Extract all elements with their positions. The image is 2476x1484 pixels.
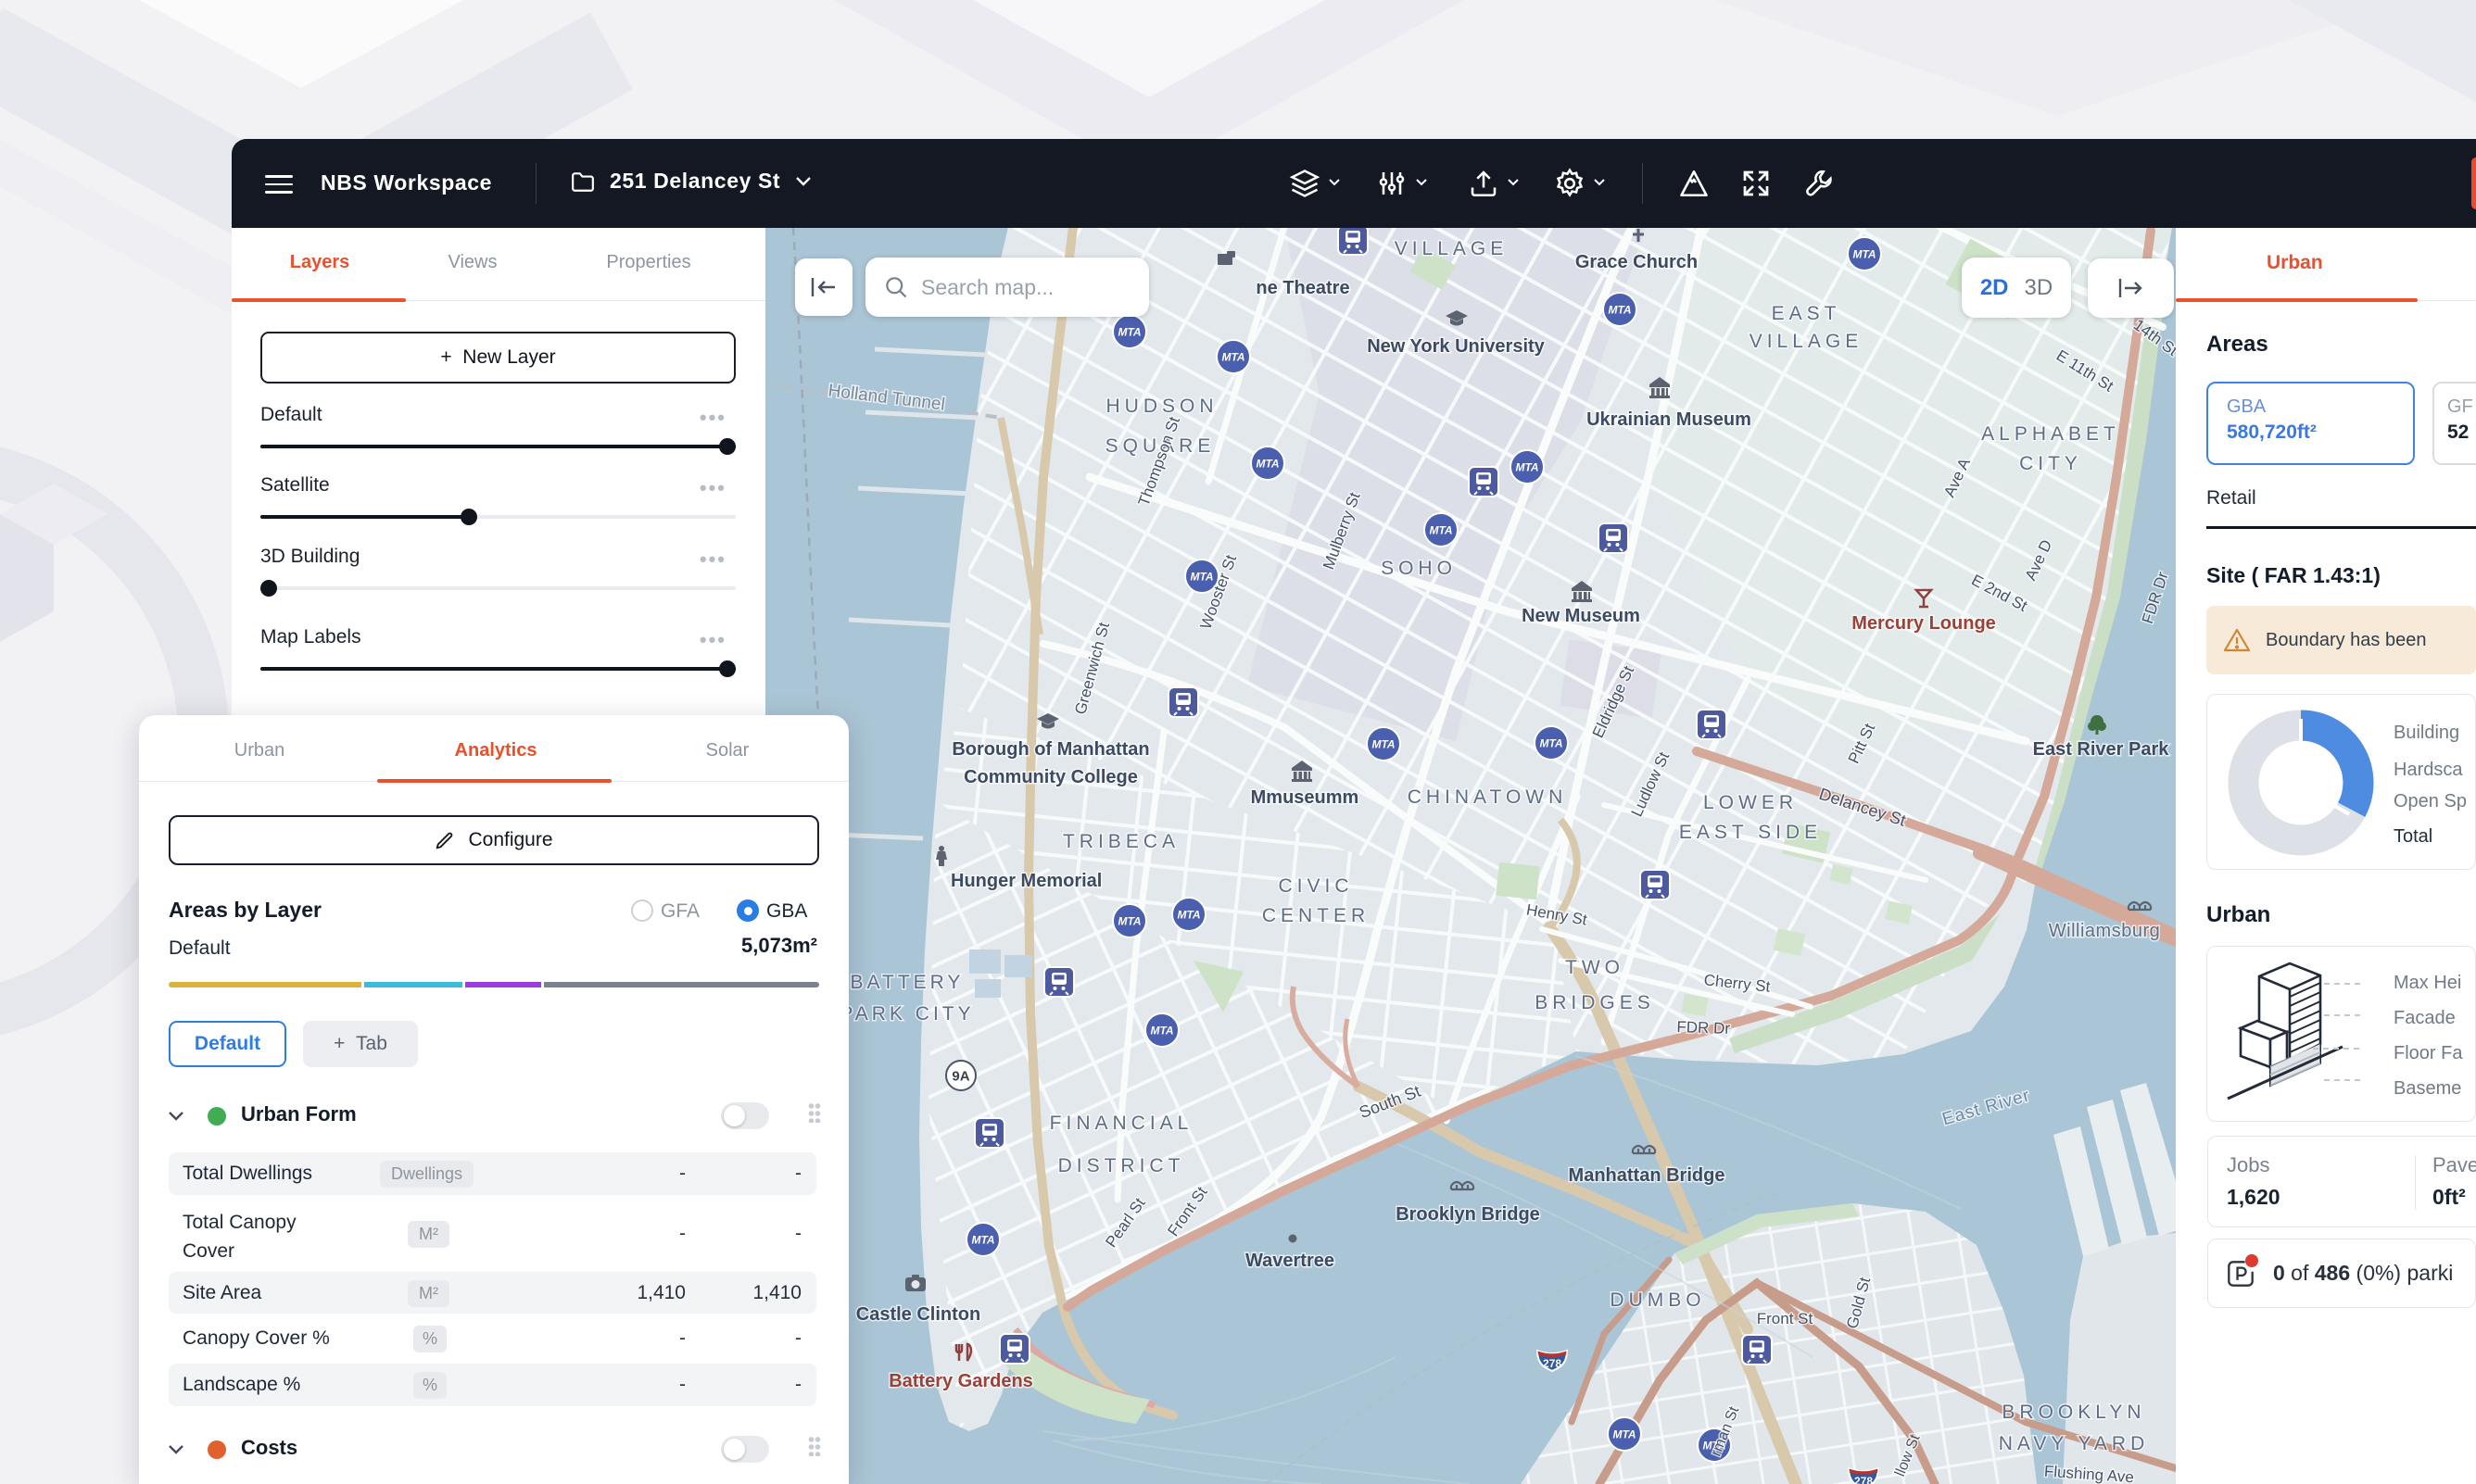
svg-text:NAVY YARD: NAVY YARD <box>1999 1433 2150 1454</box>
svg-text:Manhattan Bridge: Manhattan Bridge <box>1569 1165 1725 1186</box>
svg-text:TWO: TWO <box>1565 957 1624 978</box>
svg-text:278: 278 <box>1543 1357 1561 1370</box>
svg-text:TRIBECA: TRIBECA <box>1063 831 1180 852</box>
svg-text:FINANCIAL: FINANCIAL <box>1050 1113 1194 1134</box>
svg-text:Mmuseumm: Mmuseumm <box>1251 787 1359 808</box>
svg-text:MTA: MTA <box>971 1234 994 1247</box>
svg-text:Wavertree: Wavertree <box>1245 1251 1334 1271</box>
svg-text:MTA: MTA <box>1539 737 1562 750</box>
svg-text:278: 278 <box>1854 1475 1873 1484</box>
svg-text:Brooklyn Bridge: Brooklyn Bridge <box>1396 1204 1540 1225</box>
svg-text:FDR Dr: FDR Dr <box>1676 1018 1731 1038</box>
svg-text:SOHO: SOHO <box>1381 558 1457 579</box>
svg-text:BRIDGES: BRIDGES <box>1535 992 1655 1013</box>
svg-text:DISTRICT: DISTRICT <box>1058 1155 1185 1176</box>
svg-text:VILLAGE: VILLAGE <box>1750 331 1863 352</box>
svg-text:CENTER: CENTER <box>1262 905 1370 926</box>
svg-text:MTA: MTA <box>1177 909 1200 922</box>
svg-text:BROOKLYN: BROOKLYN <box>2002 1402 2145 1423</box>
svg-text:MTA: MTA <box>1515 461 1538 474</box>
svg-text:New Museum: New Museum <box>1522 606 1640 626</box>
svg-text:Grace Church: Grace Church <box>1575 252 1698 272</box>
svg-text:LOWER: LOWER <box>1703 792 1798 813</box>
svg-text:MTA: MTA <box>1371 738 1395 751</box>
svg-text:MTA: MTA <box>1190 571 1213 584</box>
svg-text:CHINATOWN: CHINATOWN <box>1408 786 1568 808</box>
svg-text:MTA: MTA <box>1608 304 1631 317</box>
svg-text:MTA: MTA <box>1118 326 1141 339</box>
svg-text:EAST SIDE: EAST SIDE <box>1679 822 1822 843</box>
svg-text:VILLAGE: VILLAGE <box>1395 238 1509 259</box>
svg-text:PARK CITY: PARK CITY <box>840 1003 974 1025</box>
svg-text:Williamsburg: Williamsburg <box>2049 921 2160 941</box>
svg-text:Borough of Manhattan: Borough of Manhattan <box>952 739 1149 760</box>
svg-text:ALPHABET: ALPHABET <box>1981 423 2120 445</box>
svg-text:Front St: Front St <box>1757 1310 1813 1327</box>
svg-text:MTA: MTA <box>1612 1428 1636 1441</box>
svg-text:DUMBO: DUMBO <box>1610 1289 1705 1311</box>
svg-text:ne Theatre: ne Theatre <box>1256 278 1349 298</box>
svg-text:East River Park: East River Park <box>2033 739 2170 760</box>
svg-text:MTA: MTA <box>1429 524 1452 537</box>
svg-text:New York University: New York University <box>1367 336 1545 357</box>
svg-text:HUDSON: HUDSON <box>1105 396 1218 417</box>
svg-text:MTA: MTA <box>1256 458 1279 471</box>
svg-text:9A: 9A <box>952 1069 969 1085</box>
svg-text:CIVIC: CIVIC <box>1278 875 1353 897</box>
svg-text:Battery Gardens: Battery Gardens <box>889 1371 1033 1391</box>
svg-text:MTA: MTA <box>1150 1025 1173 1038</box>
svg-text:Community College: Community College <box>964 767 1138 787</box>
svg-text:MTA: MTA <box>1118 915 1141 928</box>
svg-text:Castle Clinton: Castle Clinton <box>856 1304 980 1325</box>
svg-text:BATTERY: BATTERY <box>851 972 965 993</box>
svg-text:CITY: CITY <box>2019 453 2082 474</box>
svg-text:MTA: MTA <box>1852 248 1876 261</box>
svg-text:Hunger Memorial: Hunger Memorial <box>951 871 1102 891</box>
svg-text:Mercury Lounge: Mercury Lounge <box>1851 613 1996 634</box>
svg-text:Ukrainian Museum: Ukrainian Museum <box>1586 409 1751 430</box>
svg-text:EAST: EAST <box>1772 303 1841 324</box>
svg-text:MTA: MTA <box>1221 351 1244 364</box>
